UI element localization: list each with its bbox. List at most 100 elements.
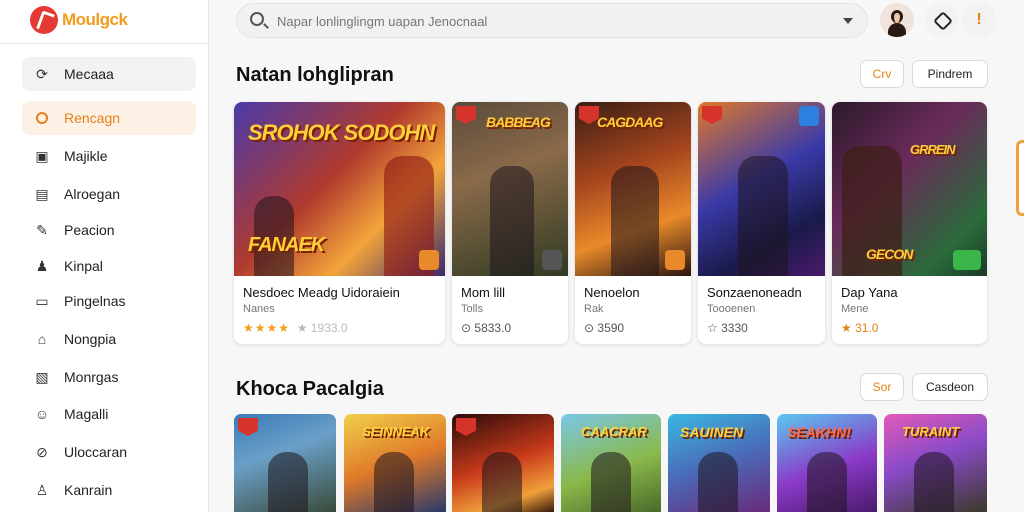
game-tile[interactable]: SEAKHN!	[777, 414, 877, 512]
game-card[interactable]: BABBEAG Mom lill Tolls ⊙ 5833.0	[452, 102, 568, 344]
sidebar-item-uloccaran[interactable]: ⊘ Uloccaran	[22, 435, 196, 469]
game-tile[interactable]	[234, 414, 336, 512]
sidebar: Moulgck ⟳ Mecaaa Rencagn ▣ Majikle ▤ Alr…	[0, 0, 209, 512]
game-tile[interactable]: CAACRAR	[561, 414, 661, 512]
bookmark-icon	[579, 106, 599, 124]
game-logo: SAUINEN	[680, 424, 744, 440]
game-tile[interactable]	[452, 414, 554, 512]
app-root: Moulgck ⟳ Mecaaa Rencagn ▣ Majikle ▤ Alr…	[0, 0, 1024, 512]
platform-badge-icon	[953, 250, 981, 270]
platform-badge-icon	[799, 106, 819, 126]
game-logo-secondary: FANAEK	[248, 234, 325, 256]
sidebar-item-label: Peacion	[64, 222, 115, 238]
search-input[interactable]	[277, 11, 837, 31]
link-icon: ⊘	[36, 444, 48, 460]
sidebar-item-kinpal[interactable]: ♟ Kinpal	[22, 249, 196, 283]
game-title: Nesdoec Meadg Uidoraiein	[243, 285, 400, 300]
bookmark-icon	[456, 106, 476, 124]
sidebar-item-majikle[interactable]: ▣ Majikle	[22, 139, 196, 173]
game-card[interactable]: GRREIN GECON Dap Yana Mene ★ 31.0	[832, 102, 987, 344]
sidebar-item-label: Uloccaran	[64, 444, 128, 460]
circle-icon	[34, 110, 50, 126]
sidebar-item-rencagn[interactable]: Rencagn	[22, 101, 196, 135]
home-icon: ⌂	[37, 331, 47, 347]
alert-icon[interactable]: !	[962, 3, 996, 37]
edit-icon: ✎	[36, 222, 48, 238]
game-card[interactable]: SROHOK SODOHN FANAEK Nesdoec Meadg Uidor…	[234, 102, 445, 344]
bookmark-icon	[238, 418, 258, 436]
section-title: Natan lohglipran	[236, 64, 394, 86]
sidebar-item-alroegan[interactable]: ▤ Alroegan	[22, 177, 196, 211]
game-card[interactable]: CAGDAAG Nenoelon Rak ⊙ 3590	[575, 102, 691, 344]
platform-badge-icon	[665, 250, 685, 270]
card-icon: ▭	[35, 293, 49, 309]
game-rating: ★ 31.0	[841, 321, 879, 335]
brand-logo-icon	[30, 6, 58, 34]
game-cover-image: BABBEAG	[452, 102, 568, 276]
game-logo: BABBEAG	[486, 114, 551, 130]
section-title: Khoca Pacalgia	[236, 378, 384, 400]
bookmark-icon	[456, 418, 476, 436]
game-logo: CAACRAR	[581, 424, 647, 439]
sidebar-item-nongpia[interactable]: ⌂ Nongpia	[22, 322, 196, 356]
sidebar-item-label: Kinpal	[64, 258, 103, 274]
sidebar-item-label: Mecaaa	[64, 66, 114, 82]
game-tile[interactable]: SEINNEAK	[344, 414, 446, 512]
game-title: Dap Yana	[841, 285, 898, 300]
avatar[interactable]	[880, 3, 914, 37]
search-bar[interactable]	[236, 3, 868, 38]
game-title: Sonzaenoneadn	[707, 285, 802, 300]
game-card[interactable]: Sonzaenoneadn Toooenen ☆ 3330	[698, 102, 825, 344]
sidebar-item-pingelnas[interactable]: ▭ Pingelnas	[22, 284, 196, 318]
game-logo: SEINNEAK	[362, 424, 430, 439]
search-icon	[250, 12, 264, 26]
sidebar-item-label: Pingelnas	[64, 293, 126, 309]
rating-value: ★ 1933.0	[296, 321, 348, 335]
game-publisher: Toooenen	[707, 303, 756, 315]
sidebar-item-mecaaa[interactable]: ⟳ Mecaaa	[22, 57, 196, 91]
game-logo: SEAKHN!	[787, 424, 851, 440]
chevron-down-icon[interactable]	[843, 18, 853, 24]
settings-icon[interactable]	[925, 3, 959, 37]
section-secondary-button[interactable]: Casdeon	[912, 373, 988, 401]
game-publisher: Nanes	[243, 303, 275, 315]
bookmark-icon	[702, 106, 722, 124]
book-icon: ▧	[35, 369, 49, 385]
sidebar-item-kanrain[interactable]: ♙ Kanrain	[22, 473, 196, 507]
calendar-icon: ▤	[35, 186, 49, 202]
section-secondary-button[interactable]: Pindrem	[912, 60, 988, 88]
game-tile[interactable]: SAUINEN	[668, 414, 770, 512]
game-cover-image: CAGDAAG	[575, 102, 691, 276]
scroll-handle[interactable]	[1016, 140, 1024, 216]
game-publisher: Rak	[584, 303, 604, 315]
game-publisher: Tolls	[461, 303, 484, 315]
section-action-button[interactable]: Crv	[860, 60, 904, 88]
brand-name: Moulgck	[62, 10, 128, 29]
platform-badge-icon	[542, 250, 562, 270]
sidebar-item-label: Nongpia	[64, 331, 117, 347]
sidebar-item-label: Majikle	[64, 148, 108, 164]
sidebar-item-monrgas[interactable]: ▧ Monrgas	[22, 360, 196, 394]
game-title: Nenoelon	[584, 285, 640, 300]
game-logo: CAGDAAG	[597, 114, 663, 130]
game-publisher: Mene	[841, 303, 869, 315]
game-cover-image: SROHOK SODOHN FANAEK	[234, 102, 445, 276]
sidebar-item-label: Rencagn	[64, 110, 121, 126]
game-rating: ☆ 3330	[707, 321, 748, 335]
game-title: Mom lill	[461, 285, 506, 300]
game-cover-image: GRREIN GECON	[832, 102, 987, 276]
game-logo: SROHOK SODOHN	[248, 120, 435, 145]
refresh-icon: ⟳	[36, 66, 48, 82]
game-logo: TURAINT	[902, 424, 960, 439]
game-tile[interactable]: TURAINT	[884, 414, 987, 512]
chat-icon: ▣	[35, 148, 49, 164]
sidebar-item-label: Monrgas	[64, 369, 119, 385]
game-rating: ⊙ 5833.0	[461, 321, 512, 335]
brand-header[interactable]: Moulgck	[0, 0, 209, 44]
sidebar-item-label: Alroegan	[64, 186, 121, 202]
sidebar-item-label: Magalli	[64, 406, 109, 422]
sidebar-item-label: Kanrain	[64, 482, 113, 498]
sidebar-item-peacion[interactable]: ✎ Peacion	[22, 213, 196, 247]
sidebar-item-magalli[interactable]: ☺ Magalli	[22, 397, 196, 431]
section-action-button[interactable]: Sor	[860, 373, 904, 401]
